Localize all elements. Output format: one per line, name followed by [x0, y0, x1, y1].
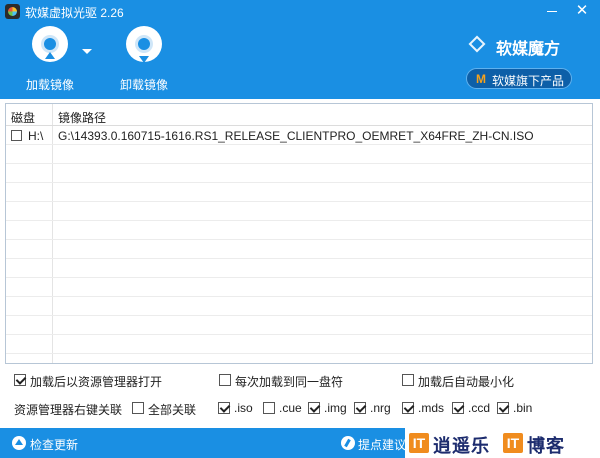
ext-bin-checkbox[interactable] [497, 402, 509, 414]
ext-bin-label: .bin [513, 401, 533, 415]
empty-row [6, 202, 592, 221]
open-explorer-label: 加载后以资源管理器打开 [30, 375, 163, 389]
ext-iso-checkbox[interactable] [218, 402, 230, 414]
unmount-image-label: 卸载镜像 [119, 78, 168, 92]
ext-nrg-checkbox[interactable] [354, 402, 366, 414]
close-button[interactable]: ✕ [571, 2, 593, 20]
ext-mds-label: .mds [418, 401, 445, 415]
ext-img-option[interactable]: .img [308, 401, 353, 417]
ext-nrg-option[interactable]: .nrg [354, 401, 396, 417]
empty-row [6, 240, 592, 259]
empty-row [6, 259, 592, 278]
empty-row [6, 297, 592, 316]
ext-cue-label: .cue [279, 401, 302, 415]
ext-img-label: .img [324, 401, 347, 415]
empty-row [6, 221, 592, 240]
cube-logo-icon [466, 34, 488, 56]
unmount-image-button[interactable]: 卸载镜像 [112, 26, 172, 96]
ext-ccd-checkbox[interactable] [452, 402, 464, 414]
update-arrow-icon[interactable] [12, 436, 26, 450]
mount-image-label: 加载镜像 [25, 78, 74, 92]
ext-ccd-option[interactable]: .ccd [452, 401, 494, 417]
auto-minimize-label: 加载后自动最小化 [418, 375, 515, 389]
context-menu-label: 资源管理器右键关联 [14, 403, 123, 417]
ext-cue-option[interactable]: .cue [263, 401, 303, 417]
empty-row [6, 278, 592, 297]
flagship-products-label: 软媒旗下产品 [492, 74, 565, 88]
ext-cue-checkbox[interactable] [263, 402, 275, 414]
mount-image-button[interactable]: 加载镜像 [18, 26, 78, 96]
title-bar[interactable]: 软媒虚拟光驱 2.26 ✕ [0, 0, 600, 22]
m-logo-icon: M [476, 72, 486, 86]
same-drive-checkbox[interactable] [219, 374, 231, 386]
list-header: 磁盘 镜像路径 [6, 104, 592, 126]
empty-row [6, 145, 592, 164]
associate-all-checkbox[interactable] [132, 402, 144, 414]
arrow-down-icon [139, 56, 149, 63]
status-bar: 检查更新 提点建议 IT 逍遥乐 IT 博客 [0, 428, 600, 458]
brand-logo[interactable]: 软媒魔方 [466, 33, 594, 58]
image-list[interactable]: 磁盘 镜像路径 H:\ G:\14393.0.160715-1616.RS1_R… [5, 103, 593, 364]
suggestion-link[interactable]: 提点建议 [358, 436, 406, 453]
table-row[interactable]: H:\ G:\14393.0.160715-1616.RS1_RELEASE_C… [6, 126, 592, 145]
check-update-link[interactable]: 检查更新 [30, 436, 78, 453]
app-icon [5, 4, 20, 19]
row-checkbox[interactable] [11, 130, 22, 141]
ext-nrg-label: .nrg [370, 401, 391, 415]
watermark-badge-right: IT [503, 433, 523, 453]
watermark-badge-left: IT [409, 433, 429, 453]
ext-mds-option[interactable]: .mds [402, 401, 447, 417]
empty-row [6, 164, 592, 183]
flagship-products-button[interactable]: M 软媒旗下产品 [466, 68, 572, 89]
window-title: 软媒虚拟光驱 2.26 [25, 6, 124, 20]
minimize-button[interactable] [541, 2, 563, 20]
arrow-up-icon [45, 52, 55, 59]
watermark-text-1: 逍遥乐 [433, 436, 490, 456]
watermark: IT 逍遥乐 IT 博客 [405, 428, 600, 458]
ext-iso-option[interactable]: .iso [218, 401, 258, 417]
empty-row [6, 335, 592, 354]
column-header-drive[interactable]: 磁盘 [11, 109, 35, 126]
empty-row [6, 183, 592, 202]
row-path: G:\14393.0.160715-1616.RS1_RELEASE_CLIEN… [58, 129, 534, 143]
associate-all-option[interactable]: 全部关联 [132, 401, 202, 417]
ext-mds-checkbox[interactable] [402, 402, 414, 414]
ext-iso-label: .iso [234, 401, 253, 415]
same-drive-label: 每次加载到同一盘符 [235, 375, 344, 389]
auto-minimize-checkbox[interactable] [402, 374, 414, 386]
mount-dropdown-icon[interactable] [82, 49, 92, 54]
ext-bin-option[interactable]: .bin [497, 401, 537, 417]
watermark-text-2: 博客 [527, 436, 565, 456]
empty-row [6, 316, 592, 335]
open-explorer-option[interactable]: 加载后以资源管理器打开 [14, 373, 194, 389]
open-explorer-checkbox[interactable] [14, 374, 26, 386]
ext-img-checkbox[interactable] [308, 402, 320, 414]
header-toolbar: 软媒虚拟光驱 2.26 ✕ 加载镜像 卸载镜像 软媒魔方 M 软媒旗下产品 [0, 0, 600, 99]
feedback-icon[interactable] [341, 436, 355, 450]
same-drive-option[interactable]: 每次加载到同一盘符 [219, 373, 369, 389]
brand-name: 软媒魔方 [496, 41, 561, 58]
ext-ccd-label: .ccd [468, 401, 491, 415]
associate-all-label: 全部关联 [148, 403, 197, 417]
auto-minimize-option[interactable]: 加载后自动最小化 [402, 373, 542, 389]
column-header-path[interactable]: 镜像路径 [58, 109, 106, 126]
row-drive: H:\ [28, 129, 44, 143]
